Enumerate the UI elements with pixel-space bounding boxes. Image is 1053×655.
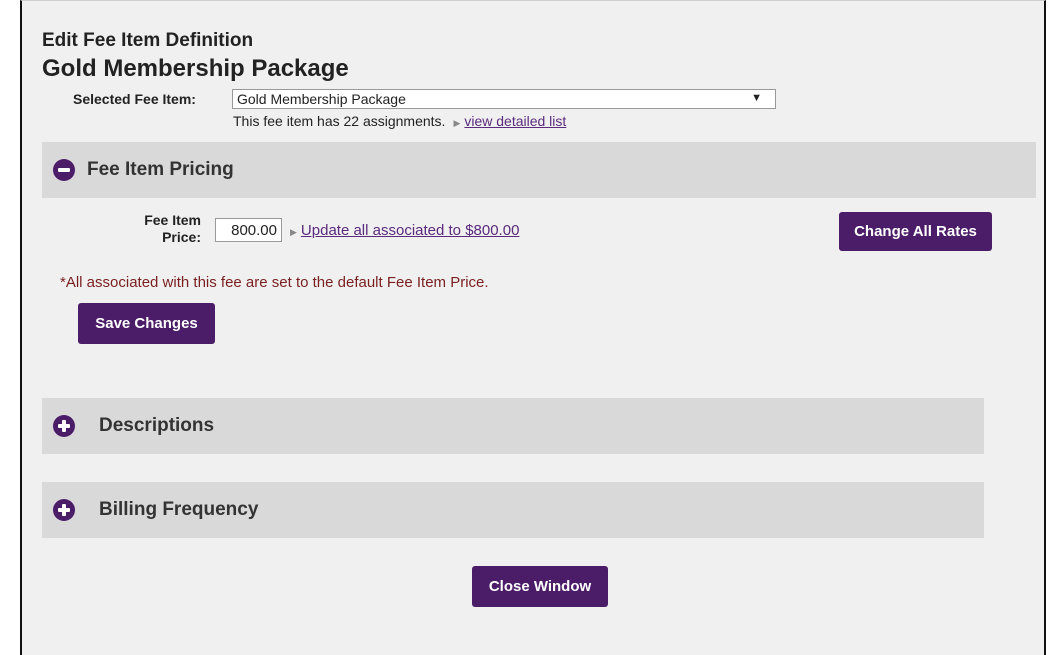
save-changes-button[interactable]: Save Changes	[78, 303, 215, 344]
triangle-right-icon: ▶	[290, 227, 297, 237]
section-title-billing-frequency: Billing Frequency	[99, 499, 259, 520]
plus-circle-icon[interactable]	[53, 415, 75, 437]
page-title: Edit Fee Item Definition	[42, 30, 254, 51]
fee-item-price-label: Fee Item Price:	[144, 212, 201, 245]
triangle-right-icon: ▶	[453, 118, 461, 128]
change-all-rates-button[interactable]: Change All Rates	[839, 212, 992, 251]
fee-item-select-value: Gold Membership Package	[237, 91, 406, 107]
edit-fee-item-window: Edit Fee Item Definition Gold Membership…	[20, 0, 1046, 655]
update-associated-link[interactable]: Update all associated to $800.00	[301, 222, 520, 239]
view-detailed-list-link[interactable]: view detailed list	[464, 113, 566, 129]
section-header-descriptions[interactable]: Descriptions	[42, 398, 984, 454]
minus-circle-icon[interactable]	[53, 159, 75, 181]
pricing-note: *All associated with this fee are set to…	[60, 274, 489, 291]
section-header-billing-frequency[interactable]: Billing Frequency	[42, 482, 984, 538]
update-associated-row: ▶ Update all associated to $800.00	[290, 222, 519, 239]
caret-down-icon: ▼	[751, 92, 762, 104]
section-title-pricing: Fee Item Pricing	[87, 159, 234, 180]
close-window-button[interactable]: Close Window	[472, 566, 608, 607]
selected-fee-item-label: Selected Fee Item:	[73, 91, 196, 107]
assignments-info: This fee item has 22 assignments. ▶ view d…	[233, 113, 566, 129]
fee-item-select[interactable]: Gold Membership Package ▼	[232, 89, 776, 109]
section-title-descriptions: Descriptions	[99, 415, 215, 436]
assignments-text: This fee item has 22 assignments.	[233, 113, 446, 129]
fee-item-name: Gold Membership Package	[42, 55, 349, 82]
plus-circle-icon[interactable]	[53, 499, 75, 521]
fee-item-price-input[interactable]	[215, 218, 282, 242]
section-header-pricing[interactable]: Fee Item Pricing	[42, 142, 1036, 198]
